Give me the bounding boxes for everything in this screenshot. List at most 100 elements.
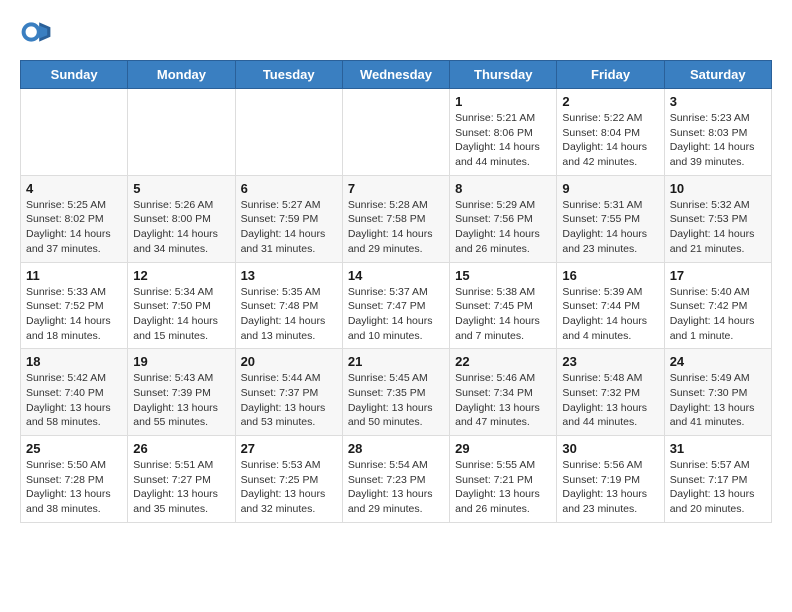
weekday-header-thursday: Thursday: [450, 61, 557, 89]
day-info: Sunrise: 5:26 AM Sunset: 8:00 PM Dayligh…: [133, 198, 229, 257]
day-number: 17: [670, 268, 766, 283]
day-number: 21: [348, 354, 444, 369]
day-number: 27: [241, 441, 337, 456]
day-info: Sunrise: 5:38 AM Sunset: 7:45 PM Dayligh…: [455, 285, 551, 344]
calendar-cell-30: 27 Sunrise: 5:53 AM Sunset: 7:25 PM Dayli…: [235, 436, 342, 523]
day-number: 25: [26, 441, 122, 456]
day-info: Sunrise: 5:35 AM Sunset: 7:48 PM Dayligh…: [241, 285, 337, 344]
calendar-week-2: 4 Sunrise: 5:25 AM Sunset: 8:02 PM Daylig…: [21, 175, 772, 262]
day-number: 26: [133, 441, 229, 456]
calendar-cell-26: 23Sunrise: 5:48 AM Sunset: 7:32 PM Dayli…: [557, 349, 664, 436]
calendar-cell-34: 31 Sunrise: 5:57 AM Sunset: 7:17 PM Dayli…: [664, 436, 771, 523]
day-info: Sunrise: 5:44 AM Sunset: 7:37 PM Dayligh…: [241, 371, 337, 430]
weekday-header-saturday: Saturday: [664, 61, 771, 89]
day-info: Sunrise: 5:25 AM Sunset: 8:02 PM Dayligh…: [26, 198, 122, 257]
day-number: 8: [455, 181, 551, 196]
calendar-cell-28: 25 Sunrise: 5:50 AM Sunset: 7:28 PM Dayli…: [21, 436, 128, 523]
day-number: 12: [133, 268, 229, 283]
calendar-cell-23: 20 Sunrise: 5:44 AM Sunset: 7:37 PM Dayli…: [235, 349, 342, 436]
day-number: 10: [670, 181, 766, 196]
weekday-header-friday: Friday: [557, 61, 664, 89]
calendar-cell-13: 10 Sunrise: 5:32 AM Sunset: 7:53 PM Dayli…: [664, 175, 771, 262]
day-info: Sunrise: 5:53 AM Sunset: 7:25 PM Dayligh…: [241, 458, 337, 517]
day-number: 2: [562, 94, 658, 109]
calendar-cell-14: 11 Sunrise: 5:33 AM Sunset: 7:52 PM Dayli…: [21, 262, 128, 349]
day-info: Sunrise: 5:23 AM Sunset: 8:03 PM Dayligh…: [670, 111, 766, 170]
calendar-cell-4: 1 Sunrise: 5:21 AM Sunset: 8:06 PM Daylig…: [450, 89, 557, 176]
calendar-cell-6: 3Sunrise: 5:23 AM Sunset: 8:03 PM Daylig…: [664, 89, 771, 176]
weekday-header-wednesday: Wednesday: [342, 61, 449, 89]
calendar-cell-12: 9Sunrise: 5:31 AM Sunset: 7:55 PM Daylig…: [557, 175, 664, 262]
calendar-cell-16: 13Sunrise: 5:35 AM Sunset: 7:48 PM Dayli…: [235, 262, 342, 349]
day-info: Sunrise: 5:39 AM Sunset: 7:44 PM Dayligh…: [562, 285, 658, 344]
page-container: SundayMondayTuesdayWednesdayThursdayFrid…: [0, 0, 792, 539]
day-info: Sunrise: 5:31 AM Sunset: 7:55 PM Dayligh…: [562, 198, 658, 257]
day-info: Sunrise: 5:37 AM Sunset: 7:47 PM Dayligh…: [348, 285, 444, 344]
day-number: 15: [455, 268, 551, 283]
day-info: Sunrise: 5:33 AM Sunset: 7:52 PM Dayligh…: [26, 285, 122, 344]
calendar-week-4: 18Sunrise: 5:42 AM Sunset: 7:40 PM Dayli…: [21, 349, 772, 436]
calendar-cell-10: 7 Sunrise: 5:28 AM Sunset: 7:58 PM Daylig…: [342, 175, 449, 262]
calendar-cell-27: 24Sunrise: 5:49 AM Sunset: 7:30 PM Dayli…: [664, 349, 771, 436]
day-info: Sunrise: 5:40 AM Sunset: 7:42 PM Dayligh…: [670, 285, 766, 344]
calendar-cell-22: 19Sunrise: 5:43 AM Sunset: 7:39 PM Dayli…: [128, 349, 235, 436]
calendar-cell-8: 5 Sunrise: 5:26 AM Sunset: 8:00 PM Daylig…: [128, 175, 235, 262]
weekday-header-row: SundayMondayTuesdayWednesdayThursdayFrid…: [21, 61, 772, 89]
day-number: 30: [562, 441, 658, 456]
day-number: 22: [455, 354, 551, 369]
day-number: 28: [348, 441, 444, 456]
calendar-cell-7: 4 Sunrise: 5:25 AM Sunset: 8:02 PM Daylig…: [21, 175, 128, 262]
day-number: 1: [455, 94, 551, 109]
calendar-cell-31: 28 Sunrise: 5:54 AM Sunset: 7:23 PM Dayli…: [342, 436, 449, 523]
calendar-cell-19: 16 Sunrise: 5:39 AM Sunset: 7:44 PM Dayli…: [557, 262, 664, 349]
calendar-cell-2: [235, 89, 342, 176]
calendar-cell-11: 8Sunrise: 5:29 AM Sunset: 7:56 PM Daylig…: [450, 175, 557, 262]
day-number: 31: [670, 441, 766, 456]
day-info: Sunrise: 5:43 AM Sunset: 7:39 PM Dayligh…: [133, 371, 229, 430]
calendar-cell-21: 18Sunrise: 5:42 AM Sunset: 7:40 PM Dayli…: [21, 349, 128, 436]
weekday-header-monday: Monday: [128, 61, 235, 89]
weekday-header-tuesday: Tuesday: [235, 61, 342, 89]
day-info: Sunrise: 5:45 AM Sunset: 7:35 PM Dayligh…: [348, 371, 444, 430]
day-number: 16: [562, 268, 658, 283]
calendar-cell-29: 26Sunrise: 5:51 AM Sunset: 7:27 PM Dayli…: [128, 436, 235, 523]
logo: [20, 16, 58, 48]
calendar-body: 1 Sunrise: 5:21 AM Sunset: 8:06 PM Daylig…: [21, 89, 772, 523]
day-number: 11: [26, 268, 122, 283]
calendar-week-5: 25 Sunrise: 5:50 AM Sunset: 7:28 PM Dayli…: [21, 436, 772, 523]
day-number: 29: [455, 441, 551, 456]
calendar-cell-25: 22 Sunrise: 5:46 AM Sunset: 7:34 PM Dayli…: [450, 349, 557, 436]
day-info: Sunrise: 5:27 AM Sunset: 7:59 PM Dayligh…: [241, 198, 337, 257]
day-info: Sunrise: 5:21 AM Sunset: 8:06 PM Dayligh…: [455, 111, 551, 170]
day-number: 14: [348, 268, 444, 283]
calendar-cell-17: 14 Sunrise: 5:37 AM Sunset: 7:47 PM Dayli…: [342, 262, 449, 349]
day-number: 4: [26, 181, 122, 196]
calendar-cell-33: 30 Sunrise: 5:56 AM Sunset: 7:19 PM Dayli…: [557, 436, 664, 523]
day-info: Sunrise: 5:50 AM Sunset: 7:28 PM Dayligh…: [26, 458, 122, 517]
calendar-cell-20: 17 Sunrise: 5:40 AM Sunset: 7:42 PM Dayli…: [664, 262, 771, 349]
day-info: Sunrise: 5:57 AM Sunset: 7:17 PM Dayligh…: [670, 458, 766, 517]
day-info: Sunrise: 5:56 AM Sunset: 7:19 PM Dayligh…: [562, 458, 658, 517]
calendar-cell-15: 12Sunrise: 5:34 AM Sunset: 7:50 PM Dayli…: [128, 262, 235, 349]
day-info: Sunrise: 5:55 AM Sunset: 7:21 PM Dayligh…: [455, 458, 551, 517]
day-number: 5: [133, 181, 229, 196]
calendar-cell-1: [128, 89, 235, 176]
day-info: Sunrise: 5:46 AM Sunset: 7:34 PM Dayligh…: [455, 371, 551, 430]
calendar-cell-24: 21 Sunrise: 5:45 AM Sunset: 7:35 PM Dayli…: [342, 349, 449, 436]
day-number: 18: [26, 354, 122, 369]
calendar-cell-5: 2 Sunrise: 5:22 AM Sunset: 8:04 PM Daylig…: [557, 89, 664, 176]
day-info: Sunrise: 5:48 AM Sunset: 7:32 PM Dayligh…: [562, 371, 658, 430]
day-info: Sunrise: 5:32 AM Sunset: 7:53 PM Dayligh…: [670, 198, 766, 257]
day-info: Sunrise: 5:28 AM Sunset: 7:58 PM Dayligh…: [348, 198, 444, 257]
day-number: 7: [348, 181, 444, 196]
logo-icon: [20, 16, 52, 48]
day-info: Sunrise: 5:54 AM Sunset: 7:23 PM Dayligh…: [348, 458, 444, 517]
calendar-cell-9: 6Sunrise: 5:27 AM Sunset: 7:59 PM Daylig…: [235, 175, 342, 262]
day-number: 20: [241, 354, 337, 369]
calendar-cell-0: [21, 89, 128, 176]
calendar-cell-32: 29 Sunrise: 5:55 AM Sunset: 7:21 PM Dayli…: [450, 436, 557, 523]
header: [20, 16, 772, 48]
day-number: 24: [670, 354, 766, 369]
day-info: Sunrise: 5:22 AM Sunset: 8:04 PM Dayligh…: [562, 111, 658, 170]
calendar-week-3: 11 Sunrise: 5:33 AM Sunset: 7:52 PM Dayli…: [21, 262, 772, 349]
